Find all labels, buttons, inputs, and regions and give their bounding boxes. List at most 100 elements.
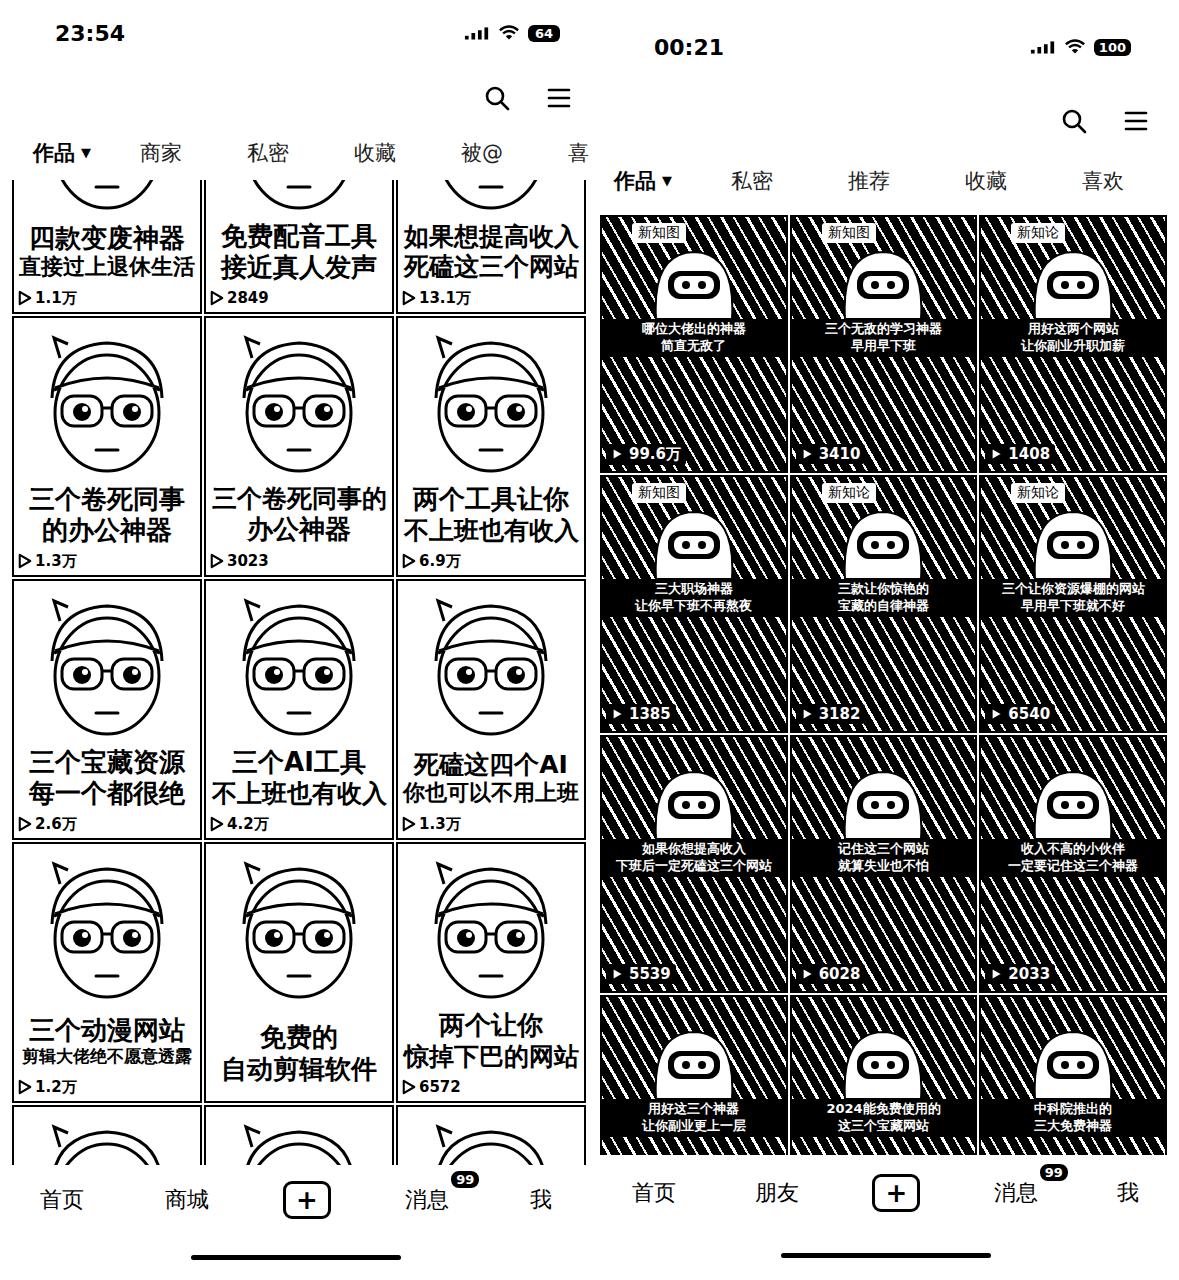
- video-card[interactable]: 新知图 三个无敌的学习神器早用早下班 3410: [790, 215, 978, 473]
- video-card[interactable]: 收入不高的小伙伴一定要记住这三个神器 2033: [979, 735, 1167, 993]
- video-card[interactable]: 新知论 用好这两个网站让你副业升职加薪 1408: [979, 215, 1167, 473]
- video-card[interactable]: [204, 1105, 394, 1165]
- home-indicator[interactable]: [781, 1253, 991, 1258]
- nav-item[interactable]: 商城: [159, 1181, 215, 1219]
- view-count: 2.6万: [14, 813, 200, 838]
- menu-icon[interactable]: [1123, 108, 1149, 134]
- play-icon: [990, 966, 1004, 982]
- play-icon: [611, 446, 625, 462]
- bottom-nav: 首页 商城 + 消息 99 我: [0, 1165, 592, 1235]
- status-time: 23:54: [55, 21, 125, 46]
- thumbnail-art: [602, 357, 786, 441]
- nav-item[interactable]: 首页: [34, 1181, 90, 1219]
- video-title: 三个动漫网站剪辑大佬绝不愿意透露: [14, 1004, 200, 1076]
- profile-tab[interactable]: 作品 ▼: [33, 139, 140, 167]
- view-count: 5539: [606, 964, 676, 984]
- video-card[interactable]: 三个卷死同事的办公神器 1.3万: [12, 316, 202, 577]
- video-card[interactable]: 三个AI工具不上班也有收入 4.2万: [204, 579, 394, 840]
- video-tag: 新知图: [632, 483, 686, 503]
- search-icon[interactable]: [484, 85, 510, 111]
- video-card[interactable]: 两个工具让你不上班也有收入 6.9万: [396, 316, 586, 577]
- video-card[interactable]: 新知图 哪位大佬出的神器简直无敌了 99.6万: [600, 215, 788, 473]
- thumbnail-art: [981, 1137, 1165, 1155]
- profile-tab[interactable]: 商家: [140, 139, 247, 167]
- video-title: 两个让你惊掉下巴的网站: [398, 1004, 584, 1076]
- view-count: 1.3万: [14, 550, 200, 575]
- nav-item[interactable]: 首页: [626, 1174, 682, 1212]
- play-icon: [210, 816, 224, 832]
- nav-item[interactable]: 消息 99: [399, 1181, 455, 1219]
- video-title: 中科院推出的三大免费神器: [981, 1099, 1165, 1137]
- signal-icon: [464, 25, 490, 41]
- video-card[interactable]: 2024能免费使用的这三个宝藏网站: [790, 995, 978, 1155]
- dropdown-arrow: ▼: [662, 173, 672, 188]
- avatar-face-icon: [224, 1117, 374, 1165]
- goggles-character-icon: [1023, 1029, 1123, 1099]
- avatar-face-icon: [32, 854, 182, 1004]
- profile-tab[interactable]: 喜: [568, 139, 592, 167]
- video-card[interactable]: 两个让你惊掉下巴的网站 6572: [396, 842, 586, 1103]
- profile-tab[interactable]: 收藏: [354, 139, 461, 167]
- video-title: 两个工具让你不上班也有收入: [398, 478, 584, 550]
- video-card[interactable]: 记住这三个网站就算失业也不怕 6028: [790, 735, 978, 993]
- video-card[interactable]: [396, 1105, 586, 1165]
- nav-item[interactable]: 消息 99: [988, 1174, 1044, 1212]
- thumbnail-art: [981, 617, 1165, 701]
- status-icons: 64: [464, 24, 560, 42]
- video-card[interactable]: 新知论 三款让你惊艳的宝藏的自律神器 3182: [790, 475, 978, 733]
- video-card[interactable]: 死磕这四个AI你也可以不用上班 1.3万: [396, 579, 586, 840]
- profile-tab[interactable]: 被@: [461, 139, 568, 167]
- nav-item[interactable]: 我: [1111, 1174, 1145, 1212]
- video-card[interactable]: 用好这三个神器让你副业更上一层: [600, 995, 788, 1155]
- video-card[interactable]: 免费的自动剪辑软件: [204, 842, 394, 1103]
- video-card[interactable]: 四款变废神器直接过上退休生活 1.1万: [12, 180, 202, 314]
- video-title: 如果你想提高收入下班后一定死磕这三个网站: [602, 839, 786, 877]
- thumbnail-art: [981, 357, 1165, 441]
- avatar-face-icon: [416, 591, 566, 741]
- video-grid-area: 四款变废神器直接过上退休生活 1.1万 免费配音工具接近真人发声 2849 如果…: [0, 180, 592, 1165]
- profile-tab[interactable]: 私密: [247, 139, 354, 167]
- search-icon[interactable]: [1061, 108, 1087, 134]
- thumbnail-art: [602, 877, 786, 961]
- avatar-face-icon: [32, 328, 182, 478]
- video-title: 如果想提高收入死磕这三个网站: [398, 215, 584, 287]
- home-indicator[interactable]: [191, 1255, 401, 1260]
- create-button[interactable]: +: [283, 1181, 331, 1219]
- profile-tab[interactable]: 收藏: [965, 167, 1082, 195]
- video-card[interactable]: 中科院推出的三大免费神器: [979, 995, 1167, 1155]
- battery-level: 64: [528, 25, 560, 42]
- profile-tab[interactable]: 喜欢: [1082, 167, 1179, 195]
- thumbnail-art: [792, 1137, 976, 1155]
- play-icon: [611, 706, 625, 722]
- status-time: 00:21: [654, 35, 724, 60]
- profile-tab[interactable]: 推荐: [848, 167, 965, 195]
- dropdown-arrow: ▼: [81, 145, 91, 160]
- home-indicator-area: [592, 1230, 1179, 1280]
- view-count: 1408: [985, 444, 1055, 464]
- play-icon: [801, 966, 815, 982]
- video-card[interactable]: 三个宝藏资源每一个都很绝 2.6万: [12, 579, 202, 840]
- nav-item[interactable]: 朋友: [749, 1174, 805, 1212]
- video-card[interactable]: 如果想提高收入死磕这三个网站 13.1万: [396, 180, 586, 314]
- video-card[interactable]: 新知论 三个让你资源爆棚的网站早用早下班就不好 6540: [979, 475, 1167, 733]
- create-button[interactable]: +: [872, 1174, 920, 1212]
- goggles-character-icon: [1023, 509, 1123, 579]
- profile-tab[interactable]: 私密: [731, 167, 848, 195]
- profile-tab[interactable]: 作品 ▼: [614, 167, 731, 195]
- phone-screens: 23:54 64 作品 ▼商家 私密 收藏 被@ 喜 四款变废神器直接过上退休生…: [0, 0, 1179, 1280]
- video-card[interactable]: 免费配音工具接近真人发声 2849: [204, 180, 394, 314]
- video-card[interactable]: 三个卷死同事的办公神器 3023: [204, 316, 394, 577]
- view-count: 1385: [606, 704, 676, 724]
- video-card[interactable]: 如果你想提高收入下班后一定死磕这三个网站 5539: [600, 735, 788, 993]
- nav-item[interactable]: 我: [524, 1181, 558, 1219]
- video-card[interactable]: 三个动漫网站剪辑大佬绝不愿意透露 1.2万: [12, 842, 202, 1103]
- thumbnail-art: [602, 1137, 786, 1155]
- video-tag: 新知论: [1011, 223, 1065, 243]
- menu-icon[interactable]: [546, 85, 572, 111]
- video-card[interactable]: [12, 1105, 202, 1165]
- video-title: 三个卷死同事的办公神器: [14, 478, 200, 550]
- profile-tabs: 作品 ▼商家 私密 收藏 被@ 喜: [0, 125, 592, 180]
- video-card[interactable]: 新知图 三大职场神器让你早下班不再熬夜 1385: [600, 475, 788, 733]
- play-icon: [402, 553, 416, 569]
- avatar-face-icon: [416, 854, 566, 1004]
